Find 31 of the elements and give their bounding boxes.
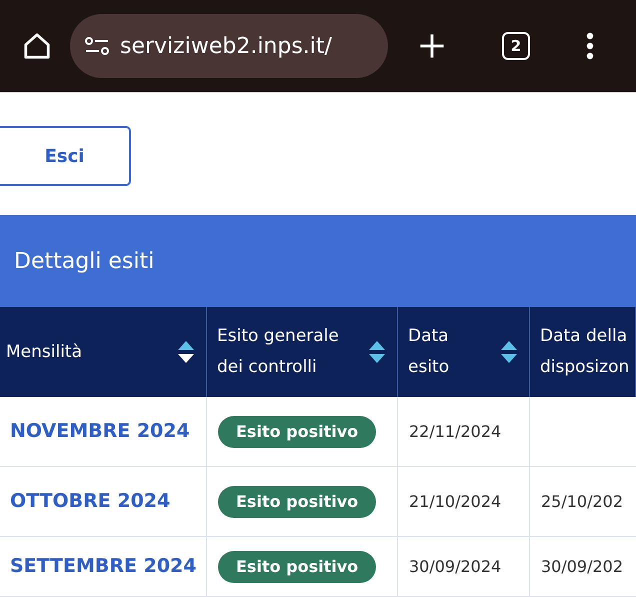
month-link[interactable]: NOVEMBRE 2024 bbox=[10, 417, 190, 446]
status-badge: Esito positivo bbox=[218, 486, 376, 518]
sort-icon[interactable] bbox=[501, 341, 517, 363]
sort-icon[interactable] bbox=[369, 341, 385, 363]
sort-icon[interactable] bbox=[178, 341, 194, 363]
panel-title: Dettagli esiti bbox=[14, 248, 154, 276]
home-icon[interactable] bbox=[22, 31, 52, 61]
column-header[interactable]: Esito generale dei controlli bbox=[207, 307, 398, 397]
table-cell-text: 30/09/202 bbox=[541, 556, 624, 578]
exit-button[interactable]: Esci bbox=[0, 126, 131, 186]
column-label: Data esito bbox=[408, 325, 450, 379]
month-link[interactable]: OTTOBRE 2024 bbox=[10, 487, 170, 516]
column-label: Esito generale dei controlli bbox=[217, 325, 339, 379]
table-cell-text: 25/10/202 bbox=[541, 490, 624, 512]
month-link[interactable]: SETTEMBRE 2024 bbox=[10, 552, 196, 581]
table-cell-text: 22/11/2024 bbox=[409, 420, 502, 442]
more-menu-icon[interactable] bbox=[586, 32, 594, 60]
column-header[interactable]: Data della disposizon bbox=[530, 307, 636, 397]
status-badge: Esito positivo bbox=[218, 550, 376, 582]
site-settings-icon[interactable] bbox=[84, 35, 110, 57]
tab-count[interactable]: 2 bbox=[502, 32, 530, 60]
column-label: Mensilità bbox=[6, 340, 82, 364]
status-badge: Esito positivo bbox=[218, 416, 376, 448]
column-label: Data della disposizon bbox=[540, 325, 630, 379]
column-header[interactable]: Mensilità bbox=[0, 307, 207, 397]
table-cell-text: 30/09/2024 bbox=[409, 556, 502, 578]
column-header[interactable]: Data esito bbox=[398, 307, 530, 397]
address-bar[interactable]: serviziweb2.inps.it/ bbox=[70, 14, 388, 78]
url-text: serviziweb2.inps.it/ bbox=[120, 32, 332, 60]
plus-icon[interactable] bbox=[418, 32, 446, 60]
table-cell-text: 21/10/2024 bbox=[409, 490, 502, 512]
